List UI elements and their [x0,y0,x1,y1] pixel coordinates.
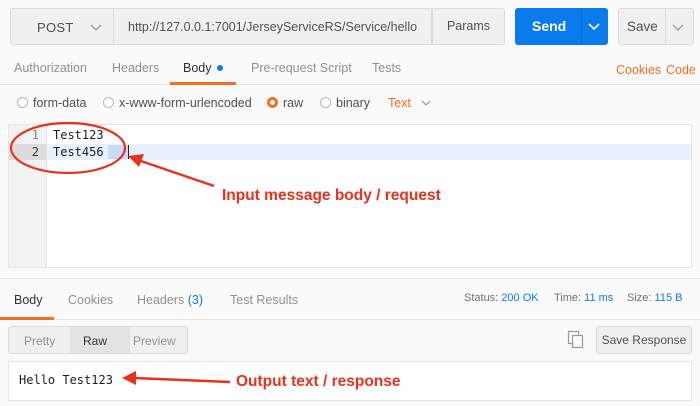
tab-pre-request-script[interactable]: Pre-request Script [251,61,352,75]
chevron-down-icon[interactable] [671,20,685,34]
method-select[interactable]: POST [10,8,114,45]
save-label: Save [627,19,658,34]
time-label: Time: [554,292,582,304]
url-input[interactable]: http://127.0.0.1:7001/JerseyServiceRS/Se… [114,8,432,45]
active-tab-indicator [0,317,54,320]
tab-headers[interactable]: Headers [112,61,159,75]
cookies-link[interactable]: Cookies [616,63,661,77]
time-value: 11 ms [584,292,614,304]
radio-label: binary [336,96,371,110]
tab-test-results[interactable]: Test Results [230,293,298,307]
tab-response-body[interactable]: Body [14,293,43,307]
code-text-selected: 56 [89,145,104,159]
headers-count: (3) [187,293,204,307]
send-divider [581,8,582,45]
response-tabs: Body Cookies Headers (3) Test Results St… [0,278,700,320]
radio-label: x-www-form-urlencoded [119,96,252,110]
chevron-down-icon [90,24,102,31]
tab-response-headers-label: Headers [137,293,185,307]
radio-label: raw [283,96,304,110]
save-button[interactable]: Save [618,8,694,45]
tab-authorization[interactable]: Authorization [14,61,87,75]
time-meta: Time: 11 ms [554,292,613,304]
size-label: Size: [627,292,652,304]
active-line-highlight [47,144,691,160]
radio-circle-selected [267,97,278,108]
response-format-group: Pretty Raw Preview [8,326,188,354]
status-meta: Status: 200 OK [464,292,539,304]
active-tab-indicator [170,82,236,85]
radio-circle [320,97,331,108]
annotation-output-label: Output text / response [236,373,401,390]
url-text: http://127.0.0.1:7001/JerseyServiceRS/Se… [128,20,418,34]
format-raw[interactable]: Raw [83,334,107,348]
code-line: Test123 [53,128,104,142]
response-text: Hello Test123 [19,373,113,387]
status-label: Status: [464,292,499,304]
chevron-down-icon[interactable] [587,19,601,33]
format-pretty[interactable]: Pretty [24,334,55,348]
text-selection [108,145,128,159]
method-label: POST [37,20,74,35]
save-response-button[interactable]: Save Response [596,326,692,354]
request-tabs: Authorization Headers Body Pre-request S… [0,52,700,85]
radio-label: form-data [33,96,87,110]
code-link[interactable]: Code [666,63,696,77]
format-preview[interactable]: Preview [133,334,176,348]
status-value: 200 OK [501,292,539,304]
radio-circle [17,97,28,108]
send-button[interactable]: Send [515,8,608,45]
code-text: Test4 [53,145,90,159]
chevron-down-icon[interactable] [420,97,432,109]
tab-body-label: Body [183,61,212,75]
save-divider [665,9,666,44]
params-button[interactable]: Params [432,8,505,45]
radio-circle [103,97,114,108]
send-label: Send [532,18,567,34]
content-type-select[interactable]: Text [388,96,411,110]
line-number: 2 [31,145,39,159]
size-value: 115 B [654,292,683,304]
modified-dot-icon [216,65,223,71]
size-meta: Size: 115 B [627,292,682,304]
line-number: 1 [31,128,39,142]
request-bar: POST http://127.0.0.1:7001/JerseyService… [0,0,700,52]
copy-icon[interactable] [567,330,585,350]
tab-tests[interactable]: Tests [372,61,401,75]
annotation-input-label: Input message body / request [222,187,441,204]
tab-response-cookies[interactable]: Cookies [68,293,113,307]
text-caret [128,145,129,159]
tab-body[interactable]: Body [183,61,223,75]
tab-response-headers[interactable]: Headers (3) [137,293,203,307]
code-line: Test456 [53,145,104,159]
body-type-radios: form-data x-www-form-urlencoded raw bina… [0,88,700,118]
